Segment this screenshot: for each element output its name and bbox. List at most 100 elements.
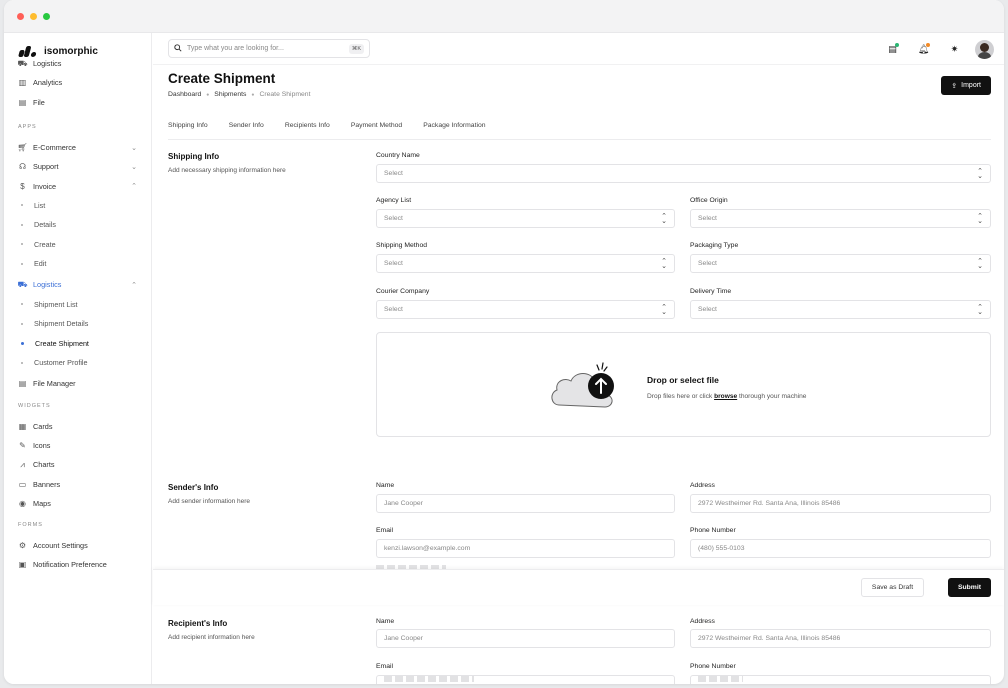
- sidebar-item-notification-preference[interactable]: ▣ Notification Preference: [4, 555, 151, 574]
- sender-email-input[interactable]: kenzi.lawson@example.com: [376, 539, 675, 558]
- sidebar-subitem-invoice-details[interactable]: Details: [4, 215, 151, 234]
- sidebar-item-label: Logistics: [33, 59, 62, 69]
- tab-package-information[interactable]: Package Information: [423, 118, 485, 139]
- search-placeholder: Type what you are looking for...: [187, 45, 284, 52]
- tab-recipients-info[interactable]: Recipients Info: [285, 118, 330, 139]
- headset-icon: ☊: [18, 162, 27, 172]
- breadcrumb-shipments[interactable]: Shipments: [214, 91, 246, 98]
- sidebar-subitem-shipment-details[interactable]: Shipment Details: [4, 314, 151, 333]
- recipient-email-input[interactable]: [376, 675, 675, 684]
- sidebar-item-label: Cards: [33, 421, 53, 431]
- sidebar-subitem-invoice-create[interactable]: Create: [4, 235, 151, 254]
- agency-select[interactable]: Select ⌃ ⌄: [376, 209, 675, 228]
- cards-icon: ▦: [18, 421, 27, 431]
- tab-payment-method[interactable]: Payment Method: [351, 118, 402, 139]
- field-value: Jane Cooper: [384, 635, 423, 642]
- sidebar-subitem-create-shipment[interactable]: Create Shipment: [4, 333, 151, 352]
- banner-icon: ▭: [18, 479, 27, 489]
- search-shortcut: ⌘K: [348, 43, 364, 54]
- sidebar-item-maps[interactable]: ◉ Maps: [4, 494, 151, 513]
- bullet-icon: [21, 303, 23, 306]
- sidebar-item-label: Charts: [33, 460, 55, 470]
- sidebar-item-file-manager[interactable]: ▤ File Manager: [4, 374, 151, 393]
- sidebar-item-banners[interactable]: ▭ Banners: [4, 474, 151, 493]
- recipient-name-input[interactable]: Jane Cooper: [376, 629, 675, 648]
- sidebar-subitem-label: Create Shipment: [35, 338, 89, 348]
- field-value: 2972 Westheimer Rd. Santa Ana, Illinois …: [698, 635, 841, 642]
- sidebar-item-support[interactable]: ☊ Support ⌄: [4, 157, 151, 176]
- field-value: kenzi.lawson@example.com: [384, 545, 471, 552]
- truck-icon: ⛟: [17, 279, 28, 289]
- bell-icon[interactable]: 🔔︎: [913, 39, 934, 60]
- tab-sender-info[interactable]: Sender Info: [229, 118, 264, 139]
- select-placeholder: Select: [698, 260, 717, 267]
- select-placeholder: Select: [384, 170, 403, 177]
- sender-email-label: Email: [376, 527, 393, 534]
- agency-label: Agency List: [376, 197, 412, 204]
- breadcrumb-separator-icon: ●: [251, 91, 255, 98]
- courier-company-label: Courier Company: [376, 288, 430, 295]
- sidebar-item-label: Logistics: [33, 280, 62, 290]
- search-icon: [174, 43, 182, 54]
- country-select[interactable]: Select ⌃ ⌄: [376, 164, 991, 183]
- sender-address-label: Address: [690, 482, 715, 489]
- form-tabs: Shipping Info Sender Info Recipients Inf…: [168, 118, 991, 140]
- dropzone-desc-text: Drop files here or click: [647, 393, 713, 400]
- courier-company-select[interactable]: Select ⌃ ⌄: [376, 300, 675, 319]
- search-input[interactable]: Type what you are looking for... ⌘K: [168, 39, 370, 58]
- sidebar-item-logistics[interactable]: ⛟ Logistics ⌃: [4, 275, 151, 294]
- sidebar-item-invoice[interactable]: $ Invoice ⌃: [4, 176, 151, 195]
- app-window: isomorphic ⛟ Logistics ▥ Analytics ▤ Fil…: [4, 0, 1004, 684]
- save-as-draft-button[interactable]: Save as Draft: [861, 578, 924, 597]
- office-origin-select[interactable]: Select ⌃ ⌄: [690, 209, 991, 228]
- packaging-type-select[interactable]: Select ⌃ ⌄: [690, 254, 991, 273]
- packaging-type-label: Packaging Type: [690, 242, 739, 249]
- sender-address-input[interactable]: 2972 Westheimer Rd. Santa Ana, Illinois …: [690, 494, 991, 513]
- sidebar-item-icons[interactable]: ✎ Icons: [4, 436, 151, 455]
- minimize-window-button[interactable]: [30, 12, 37, 20]
- sidebar-subitem-label: Customer Profile: [34, 358, 88, 367]
- import-button[interactable]: ⇪ Import: [941, 76, 991, 95]
- sidebar-subitem-label: Shipment List: [34, 299, 78, 309]
- sidebar-item-label: E-Commerce: [33, 143, 76, 153]
- sidebar-item-account-settings[interactable]: ⚙ Account Settings: [4, 536, 151, 555]
- recipient-address-input[interactable]: 2972 Westheimer Rd. Santa Ana, Illinois …: [690, 629, 991, 648]
- sidebar-subitem-customer-profile[interactable]: Customer Profile: [4, 353, 151, 372]
- recipient-address-label: Address: [690, 618, 715, 625]
- sidebar-item-file[interactable]: ▤ File: [4, 93, 151, 112]
- recipient-phone-input[interactable]: [690, 675, 991, 684]
- top-icons: ▤ 🔔︎ ✷: [882, 39, 994, 60]
- sidebar-item-cards[interactable]: ▦ Cards: [4, 417, 151, 436]
- sidebar-item-analytics[interactable]: ▥ Analytics: [4, 73, 151, 92]
- shipping-method-select[interactable]: Select ⌃ ⌄: [376, 254, 675, 273]
- breadcrumb-dashboard[interactable]: Dashboard: [168, 91, 201, 98]
- office-origin-label: Office Origin: [690, 197, 728, 204]
- maximize-window-button[interactable]: [43, 12, 50, 20]
- messages-icon[interactable]: ▤: [882, 39, 903, 60]
- recipient-phone-label: Phone Number: [690, 663, 736, 670]
- field-value: (480) 555-0103: [698, 545, 745, 552]
- sidebar-item-charts[interactable]: ⩘ Charts: [4, 455, 151, 474]
- sender-section-desc: Add sender information here: [168, 498, 251, 505]
- chevron-down-icon: ⌄: [131, 163, 137, 171]
- tab-shipping-info[interactable]: Shipping Info: [168, 118, 208, 139]
- avatar[interactable]: [975, 40, 994, 59]
- delivery-time-select[interactable]: Select ⌃ ⌄: [690, 300, 991, 319]
- file-dropzone[interactable]: Drop or select file Drop files here or c…: [376, 332, 991, 437]
- browse-link[interactable]: browse: [714, 393, 737, 400]
- recipient-section-title: Recipient's Info: [168, 619, 228, 628]
- sender-phone-input[interactable]: (480) 555-0103: [690, 539, 991, 558]
- updown-chevron-icon: ⌃ ⌄: [977, 212, 983, 225]
- shipping-section-desc: Add necessary shipping information here: [168, 167, 286, 174]
- sidebar-item-logistics-top[interactable]: ⛟ Logistics: [4, 54, 151, 73]
- chart-icon: ⩘: [20, 459, 25, 469]
- sidebar-subitem-invoice-edit[interactable]: Edit: [4, 254, 151, 273]
- sender-name-input[interactable]: Jane Cooper: [376, 494, 675, 513]
- sidebar-subitem-shipment-list[interactable]: Shipment List: [4, 295, 151, 314]
- settings-icon[interactable]: ✷: [944, 39, 965, 60]
- close-window-button[interactable]: [17, 12, 24, 20]
- sidebar-item-ecommerce[interactable]: 🛒︎ E-Commerce ⌄: [4, 138, 151, 157]
- submit-button[interactable]: Submit: [948, 578, 991, 597]
- sidebar-subitem-invoice-list[interactable]: List: [4, 196, 151, 215]
- bullet-icon: [21, 243, 23, 246]
